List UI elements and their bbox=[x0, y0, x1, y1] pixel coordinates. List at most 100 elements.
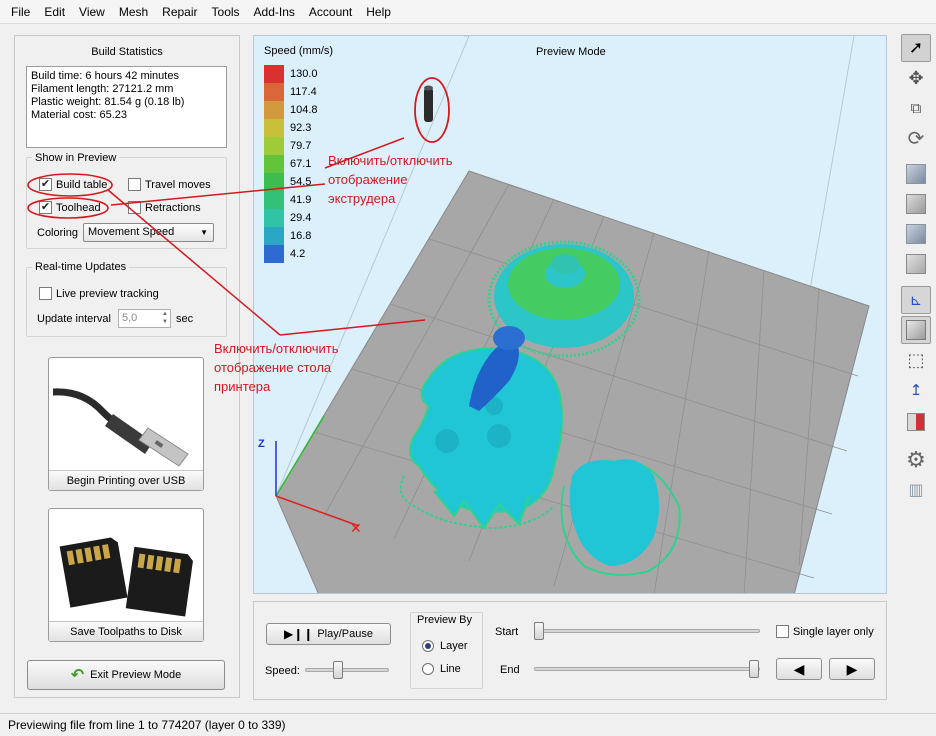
build-stats-title: Build Statistics bbox=[91, 46, 163, 58]
layer-radio-label: Layer bbox=[440, 640, 468, 652]
previous-button[interactable]: ◀ bbox=[776, 658, 822, 680]
axes-toggle[interactable]: ⊾ bbox=[901, 286, 931, 314]
solid-view-toggle[interactable] bbox=[901, 316, 931, 344]
select-tool[interactable]: ➚ bbox=[901, 34, 931, 62]
coloring-select[interactable]: Movement Speed ▼ bbox=[83, 223, 214, 242]
build-table-option[interactable]: ✔ Build table bbox=[39, 178, 107, 191]
menu-help[interactable]: Help bbox=[359, 0, 398, 24]
begin-printing-usb-button[interactable]: Begin Printing over USB bbox=[48, 357, 204, 491]
3d-viewport[interactable]: ✕ Speed (mm/s) 130.0 117.4 104.8 92.3 79.7 67… bbox=[253, 35, 887, 594]
travel-moves-label: Travel moves bbox=[145, 178, 211, 191]
retractions-option[interactable]: Retractions bbox=[128, 201, 201, 214]
svg-text:✕: ✕ bbox=[350, 521, 362, 537]
legend-entry: 67.1 bbox=[264, 155, 318, 173]
disk-button-label: Save Toolpaths to Disk bbox=[49, 621, 203, 641]
toolhead-checkbox[interactable]: ✔ bbox=[39, 201, 52, 214]
annotation-line: Включить/отключить bbox=[214, 341, 339, 356]
status-bar: Previewing file from line 1 to 774207 (l… bbox=[0, 713, 936, 736]
line-radio-button[interactable] bbox=[422, 663, 434, 675]
annotation-line: отображение стола bbox=[214, 360, 332, 375]
legend-value: 104.8 bbox=[290, 104, 318, 116]
legend-swatch bbox=[264, 173, 284, 191]
save-toolpaths-button[interactable]: Save Toolpaths to Disk bbox=[48, 508, 204, 642]
menu-account[interactable]: Account bbox=[302, 0, 359, 24]
line-radio[interactable]: Line bbox=[422, 663, 461, 675]
play-pause-button[interactable]: ▶❙❙ Play/Pause bbox=[266, 623, 391, 645]
live-preview-checkbox[interactable] bbox=[39, 287, 52, 300]
rotate-tool[interactable]: ⟳ bbox=[901, 124, 931, 152]
move-tool[interactable]: ✥ bbox=[901, 64, 931, 92]
start-slider-thumb[interactable] bbox=[534, 622, 544, 640]
annotation-line: отображение bbox=[328, 172, 408, 187]
normal-arrow-icon: ↥ bbox=[909, 382, 923, 399]
speed-slider-thumb[interactable] bbox=[333, 661, 343, 679]
build-table-checkbox[interactable]: ✔ bbox=[39, 178, 52, 191]
next-button[interactable]: ▶ bbox=[829, 658, 875, 680]
cube-icon bbox=[906, 194, 926, 214]
speed-slider-track[interactable] bbox=[305, 668, 389, 672]
layer-radio-button[interactable] bbox=[422, 640, 434, 652]
back-arrow-icon: ↶ bbox=[70, 667, 85, 684]
menu-file[interactable]: File bbox=[4, 0, 37, 24]
legend-swatch bbox=[264, 137, 284, 155]
exit-preview-label: Exit Preview Mode bbox=[90, 669, 182, 681]
single-layer-label: Single layer only bbox=[793, 625, 874, 638]
cross-section-toggle[interactable] bbox=[901, 408, 931, 436]
show-in-preview-title: Show in Preview bbox=[32, 152, 120, 164]
travel-moves-checkbox[interactable] bbox=[128, 178, 141, 191]
realtime-updates-title: Real-time Updates bbox=[32, 261, 130, 273]
menu-add-ins[interactable]: Add-Ins bbox=[247, 0, 302, 24]
settings-button[interactable]: ⚙ bbox=[901, 446, 931, 474]
start-slider-track[interactable] bbox=[534, 629, 760, 633]
z-axis-label: Z bbox=[258, 438, 265, 450]
layer-radio[interactable]: Layer bbox=[422, 640, 468, 652]
live-preview-option[interactable]: Live preview tracking bbox=[39, 287, 159, 300]
retractions-checkbox[interactable] bbox=[128, 201, 141, 214]
menu-tools[interactable]: Tools bbox=[205, 0, 247, 24]
preview-by-title: Preview By bbox=[417, 614, 473, 626]
view-front-button[interactable] bbox=[901, 160, 931, 188]
travel-moves-option[interactable]: Travel moves bbox=[128, 178, 211, 191]
single-layer-checkbox[interactable] bbox=[776, 625, 789, 638]
legend-value: 29.4 bbox=[290, 212, 312, 224]
normals-toggle[interactable]: ↥ bbox=[901, 376, 931, 404]
end-slider-thumb[interactable] bbox=[749, 660, 759, 678]
table-annotation: Включить/отключить отображение стола при… bbox=[214, 339, 338, 396]
sd-card-icon bbox=[59, 537, 193, 617]
legend-value: 4.2 bbox=[290, 248, 306, 260]
supports-button[interactable]: ▥ bbox=[901, 476, 931, 504]
legend-swatch bbox=[264, 191, 284, 209]
legend-swatch bbox=[264, 227, 284, 245]
menu-edit[interactable]: Edit bbox=[37, 0, 72, 24]
toolhead-option[interactable]: ✔ Toolhead bbox=[39, 201, 101, 214]
wireframe-toggle[interactable]: ⬚ bbox=[901, 346, 931, 374]
start-label: Start bbox=[495, 626, 519, 638]
exit-preview-button[interactable]: ↶ Exit Preview Mode bbox=[27, 660, 225, 690]
speed-label: Speed: bbox=[265, 665, 300, 677]
legend-value: 67.1 bbox=[290, 158, 312, 170]
usb-button-label: Begin Printing over USB bbox=[49, 470, 203, 490]
solid-cube-icon bbox=[906, 320, 926, 340]
legend-value: 117.4 bbox=[290, 86, 317, 98]
view-back-button[interactable] bbox=[901, 190, 931, 218]
legend-swatch bbox=[264, 83, 284, 101]
end-slider-track[interactable] bbox=[534, 667, 760, 671]
menu-view[interactable]: View bbox=[72, 0, 112, 24]
view-right-button[interactable] bbox=[901, 250, 931, 278]
legend-entry: 4.2 bbox=[264, 245, 318, 263]
playback-panel: ▶❙❙ Play/Pause Speed: Preview By Layer L… bbox=[253, 601, 887, 700]
single-layer-option[interactable]: Single layer only bbox=[776, 625, 874, 638]
legend-entry: 41.9 bbox=[264, 191, 318, 209]
update-interval-value: 5,0 bbox=[122, 312, 138, 324]
scale-tool[interactable]: ⧉ bbox=[901, 94, 931, 122]
legend-swatch bbox=[264, 101, 284, 119]
update-interval-spinbox[interactable]: 5,0 ▲ ▼ bbox=[118, 309, 171, 328]
legend-swatch bbox=[264, 209, 284, 227]
menu-repair[interactable]: Repair bbox=[155, 0, 204, 24]
view-left-button[interactable] bbox=[901, 220, 931, 248]
play-pause-icon: ▶❙❙ bbox=[284, 627, 314, 641]
toolhead-label: Toolhead bbox=[56, 201, 101, 214]
menu-mesh[interactable]: Mesh bbox=[112, 0, 155, 24]
update-interval-label: Update interval bbox=[37, 313, 111, 325]
speed-legend-title: Speed (mm/s) bbox=[264, 45, 334, 57]
